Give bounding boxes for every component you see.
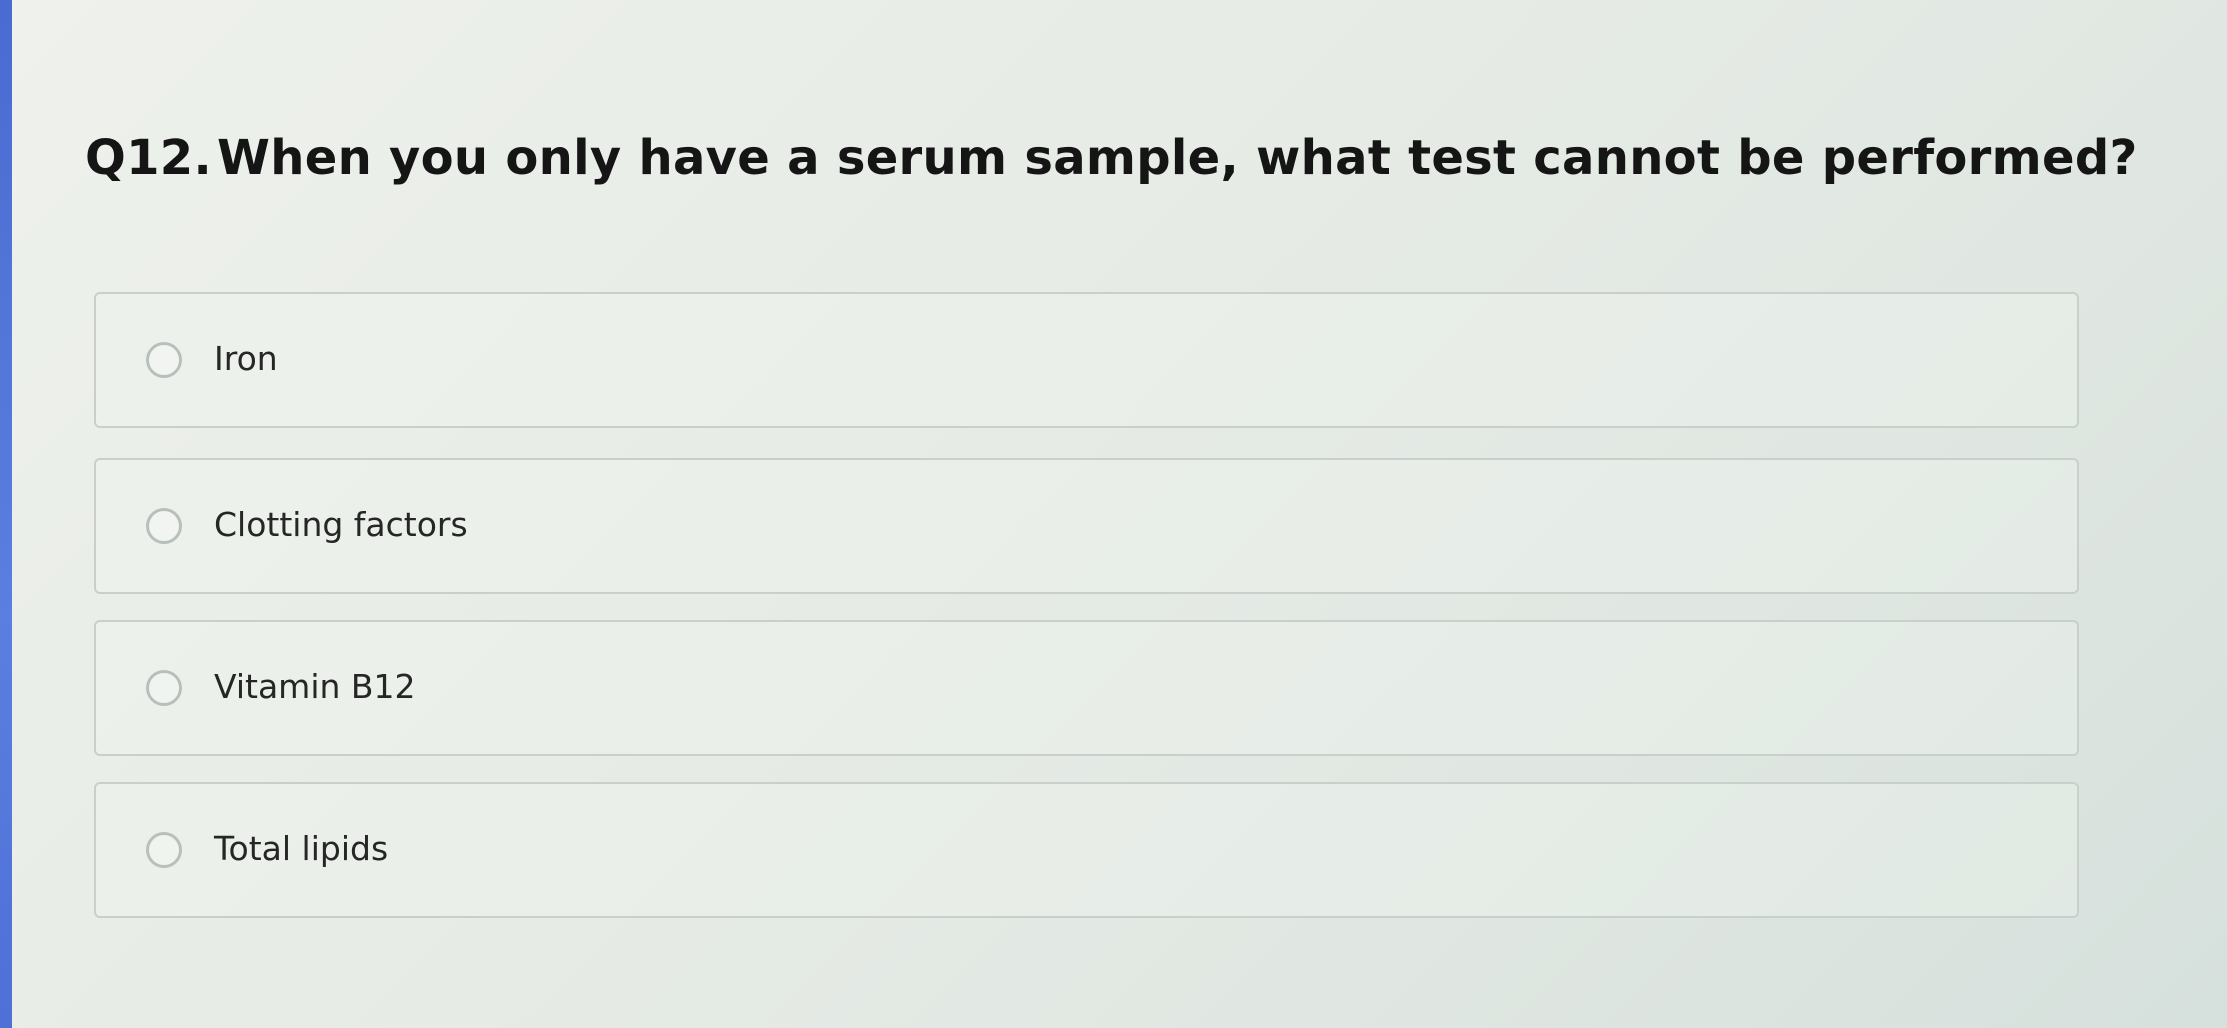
page: { "question": { "number": "Q12.", "text"… xyxy=(0,0,2227,1028)
radio-button-icon[interactable] xyxy=(146,342,182,378)
answer-option-clotting-factors[interactable]: Clotting factors xyxy=(94,458,2079,594)
radio-button-icon[interactable] xyxy=(146,670,182,706)
question-number: Q12. xyxy=(85,130,213,186)
answer-option-label: Iron xyxy=(214,339,278,378)
radio-button-icon[interactable] xyxy=(146,508,182,544)
answer-option-label: Total lipids xyxy=(214,829,389,868)
question-text: When you only have a serum sample, what … xyxy=(217,130,2138,186)
quiz-screen: Q12. When you only have a serum sample, w… xyxy=(12,0,2227,1028)
radio-button-icon[interactable] xyxy=(146,832,182,868)
question-heading: Q12. When you only have a serum sample, w… xyxy=(85,130,2138,186)
answer-option-vitamin-b12[interactable]: Vitamin B12 xyxy=(94,620,2079,756)
answer-option-total-lipids[interactable]: Total lipids xyxy=(94,782,2079,918)
answer-option-iron[interactable]: Iron xyxy=(94,292,2079,428)
answer-option-label: Vitamin B12 xyxy=(214,667,416,706)
answer-option-label: Clotting factors xyxy=(214,505,468,544)
window-edge xyxy=(0,0,12,1028)
